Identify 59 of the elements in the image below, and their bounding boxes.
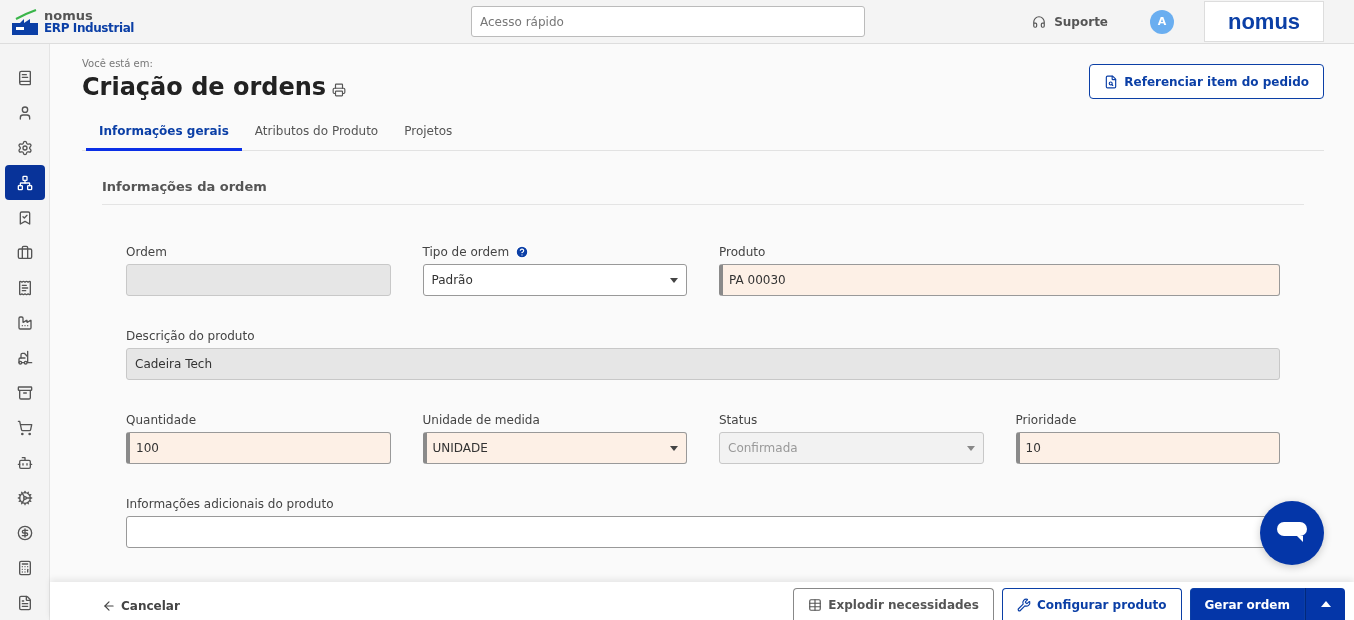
field-label: Status — [719, 413, 758, 427]
receipt-icon — [16, 279, 33, 296]
caret-icon — [670, 445, 678, 451]
footer-button[interactable]: Configurar produto — [1001, 588, 1182, 620]
forklift-icon — [16, 349, 33, 366]
settings-icon — [16, 139, 33, 156]
caret-icon — [670, 277, 678, 283]
input-field[interactable]: PA 00030 — [719, 264, 1280, 296]
breadcrumb-label: Você está em: — [82, 58, 154, 69]
factory-logo-icon — [10, 8, 40, 35]
input-field[interactable]: 100 — [126, 432, 391, 464]
network-icon — [16, 174, 33, 191]
input-field[interactable]: 10 — [1015, 432, 1280, 464]
chat-bubble-overlay[interactable] — [1260, 501, 1324, 565]
select-field[interactable]: Padrão — [422, 264, 687, 296]
gears-icon — [16, 489, 33, 506]
field-label: Tipo de ordem — [422, 245, 510, 259]
caret-icon — [966, 445, 975, 451]
tab[interactable]: Atributos do Produto — [241, 115, 392, 151]
dollar-icon — [16, 524, 33, 541]
section-title: Informações da ordem — [102, 151, 1304, 205]
wrench-icon — [1016, 597, 1031, 612]
reference-order-item-button[interactable]: Referenciar item do pedido — [1089, 64, 1324, 99]
chat-bubble-icon — [1277, 522, 1307, 544]
field-label: Prioridade — [1015, 413, 1077, 427]
headset-icon — [1032, 14, 1047, 29]
help-icon[interactable] — [515, 245, 530, 259]
cancel-link[interactable]: Cancelar — [102, 599, 180, 613]
archive-icon — [16, 384, 33, 401]
brand-logo: nomus — [1204, 1, 1324, 42]
factory-icon — [16, 314, 33, 331]
document-search-icon — [1104, 74, 1119, 89]
select-field[interactable]: UNIDADE — [422, 432, 687, 464]
briefcase-icon — [16, 244, 33, 261]
caret-up-icon — [1320, 601, 1331, 607]
cart-icon — [16, 419, 33, 436]
footer-button[interactable]: Explodir necessidades — [793, 588, 994, 620]
calculator-icon — [16, 559, 33, 576]
table-icon — [808, 597, 823, 612]
more-options-button[interactable] — [1305, 588, 1345, 620]
quick-access-field[interactable]: Acesso rápido — [471, 6, 865, 37]
logo-product: ERP Industrial — [44, 21, 135, 35]
generate-order-button[interactable]: Gerar ordem — [1189, 588, 1305, 620]
robot-icon — [16, 454, 33, 471]
print-icon[interactable] — [332, 83, 347, 97]
sidebar-item[interactable] — [4, 165, 45, 200]
field-label: Informações adicionais do produto — [126, 497, 334, 511]
field-label: Produto — [719, 245, 766, 259]
field-label: Descrição do produto — [126, 329, 255, 343]
field-label: Quantidade — [126, 413, 197, 427]
page-title: Criação de ordens — [82, 73, 327, 101]
document-icon — [16, 594, 33, 611]
book-icon — [16, 69, 33, 86]
logo-brand: nomus — [44, 8, 93, 22]
tab[interactable]: Informações gerais — [86, 115, 242, 151]
field-label: Ordem — [126, 245, 167, 259]
field-label: Unidade de medida — [422, 413, 540, 427]
tab[interactable]: Projetos — [391, 115, 466, 151]
support-link[interactable]: Suporte — [1032, 14, 1108, 29]
